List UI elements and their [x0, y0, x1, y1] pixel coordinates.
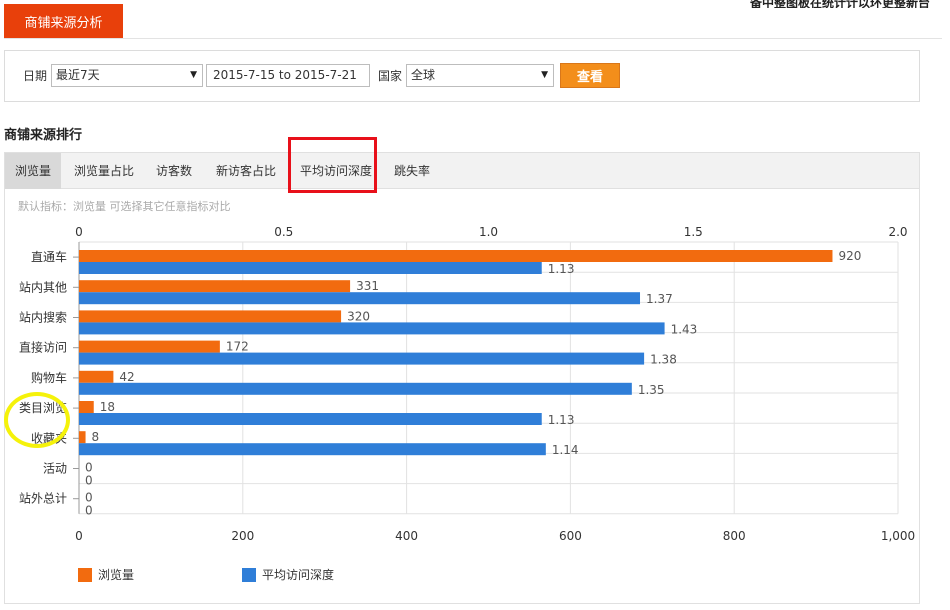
tab-pageview-share[interactable]: 浏览量占比 [65, 153, 143, 189]
tab-visitors[interactable]: 访客数 [147, 153, 201, 189]
period-select[interactable]: 最近7天 ▼ [51, 64, 203, 87]
section-title: 商铺来源排行 [4, 128, 83, 143]
chart-hint: 默认指标：浏览量 可选择其它任意指标对比 [18, 200, 231, 213]
legend-item-pageviews[interactable]: 浏览量 [78, 566, 134, 583]
dropdown-arrow-icon: ▼ [541, 70, 548, 80]
period-select-value: 最近7天 [56, 68, 100, 82]
legend-item-avg-depth[interactable]: 平均访问深度 [242, 566, 334, 583]
header-note: 备中整图板在统计计以环更整新台 [750, 0, 931, 8]
tab-new-visitor-share[interactable]: 新访客占比 [207, 153, 285, 189]
chart-panel: 浏览量 浏览量占比 访客数 新访客占比 平均访问深度 跳失率 [4, 152, 920, 604]
legend-swatch [242, 567, 256, 582]
dropdown-arrow-icon: ▼ [190, 70, 197, 80]
tab-pageviews[interactable]: 浏览量 [5, 153, 61, 189]
legend-label: 浏览量 [98, 568, 135, 582]
red-highlight-annotation [288, 137, 377, 193]
country-select-value: 全球 [411, 68, 436, 82]
date-range-input[interactable]: 2015-7-15 to 2015-7-21 [206, 64, 370, 87]
metric-tabs: 浏览量 浏览量占比 访客数 新访客占比 平均访问深度 跳失率 [5, 153, 919, 189]
country-select[interactable]: 全球 ▼ [406, 64, 554, 87]
legend-label: 平均访问深度 [262, 568, 335, 582]
filter-bar: 日期 最近7天 ▼ 2015-7-15 to 2015-7-21 国家 全球 ▼… [4, 50, 920, 102]
legend-swatch [78, 567, 92, 582]
date-label: 日期 [23, 69, 48, 83]
yellow-circle-annotation [4, 392, 70, 448]
view-button[interactable]: 查看 [560, 63, 620, 88]
tab-shop-source-analysis[interactable]: 商铺来源分析 [4, 4, 123, 38]
divider [4, 38, 942, 39]
country-label: 国家 [378, 69, 403, 83]
tab-bounce-rate[interactable]: 跳失率 [389, 153, 435, 189]
